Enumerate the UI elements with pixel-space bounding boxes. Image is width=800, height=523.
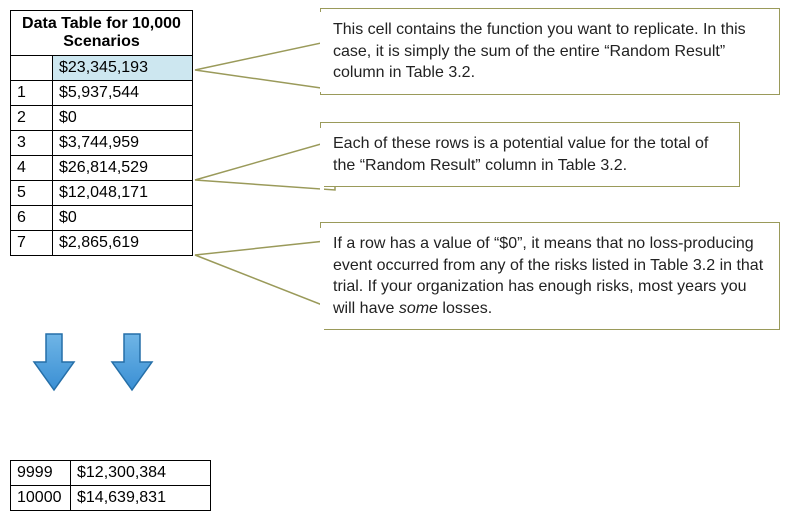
callout-pointer-icon: [195, 135, 335, 205]
row-index: 2: [11, 106, 53, 131]
row-value: $0: [53, 206, 193, 231]
callout-pointer-icon: [195, 35, 335, 105]
callout-rows: Each of these rows is a potential value …: [320, 122, 740, 187]
header-value-cell: $23,345,193: [53, 56, 193, 81]
callout-text-emphasis: some: [399, 300, 438, 317]
row-value: $26,814,529: [53, 156, 193, 181]
table-row: 4 $26,814,529: [11, 156, 193, 181]
row-index: 7: [11, 231, 53, 256]
table-row: 10000 $14,639,831: [11, 486, 211, 511]
callout-text: This cell contains the function you want…: [333, 21, 746, 81]
table-row: 1 $5,937,544: [11, 81, 193, 106]
callout-text: If a row has a value of “$0”, it means t…: [333, 235, 763, 317]
scenario-data-table: Data Table for 10,000 Scenarios $23,345,…: [10, 10, 193, 256]
table-row: 6 $0: [11, 206, 193, 231]
table-row: 9999 $12,300,384: [11, 461, 211, 486]
callout-pointer-icon: [195, 235, 335, 325]
row-index: 5: [11, 181, 53, 206]
row-value: $0: [53, 106, 193, 131]
callout-text: losses.: [438, 300, 492, 317]
row-value: $2,865,619: [53, 231, 193, 256]
row-value: $3,744,959: [53, 131, 193, 156]
row-index: 1: [11, 81, 53, 106]
pointer-mask: [320, 228, 324, 348]
row-index: 3: [11, 131, 53, 156]
row-index: 4: [11, 156, 53, 181]
row-index: 6: [11, 206, 53, 231]
scenario-data-table-tail: 9999 $12,300,384 10000 $14,639,831: [10, 460, 211, 511]
table-row: 5 $12,048,171: [11, 181, 193, 206]
table-row: 2 $0: [11, 106, 193, 131]
down-arrow-icon: [32, 330, 76, 394]
table-row: 3 $3,744,959: [11, 131, 193, 156]
row-index: 9999: [11, 461, 71, 486]
row-value: $14,639,831: [71, 486, 211, 511]
pointer-mask: [320, 12, 324, 92]
table-row: 7 $2,865,619: [11, 231, 193, 256]
header-index-cell: [11, 56, 53, 81]
callout-header-cell: This cell contains the function you want…: [320, 8, 780, 95]
table-title: Data Table for 10,000 Scenarios: [11, 11, 193, 56]
row-value: $5,937,544: [53, 81, 193, 106]
row-value: $12,048,171: [53, 181, 193, 206]
row-index: 10000: [11, 486, 71, 511]
callout-zero-value: If a row has a value of “$0”, it means t…: [320, 222, 780, 330]
down-arrow-icon: [110, 330, 154, 394]
callout-text: Each of these rows is a potential value …: [333, 135, 708, 174]
pointer-mask: [320, 128, 324, 198]
row-value: $12,300,384: [71, 461, 211, 486]
